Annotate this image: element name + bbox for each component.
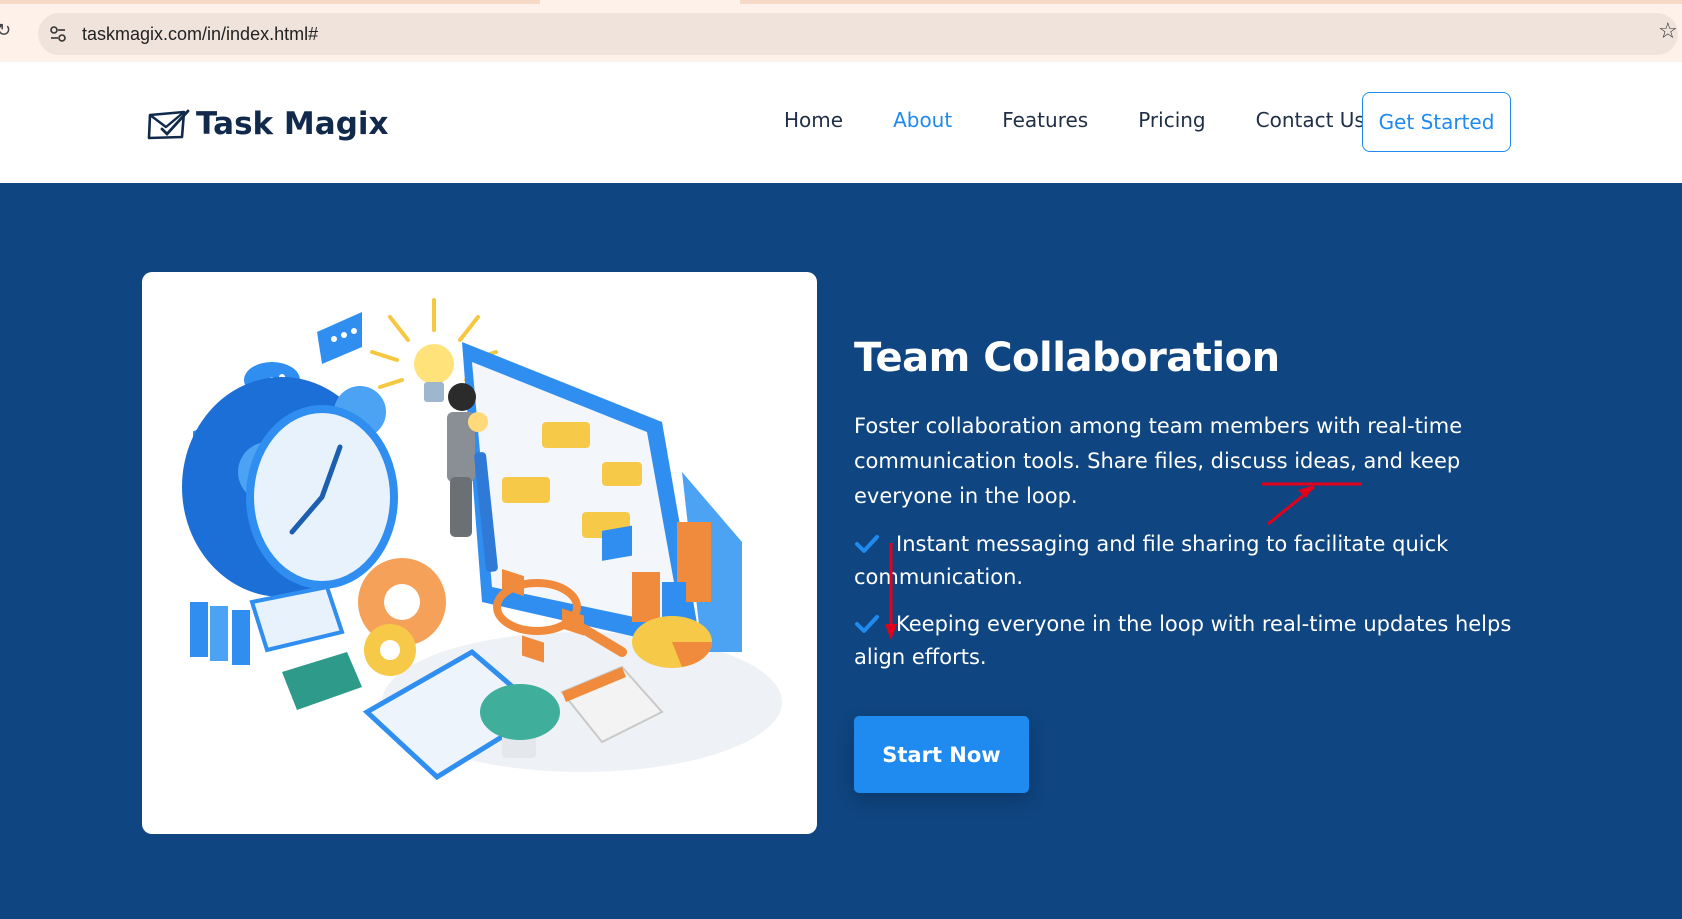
url-text[interactable]: taskmagix.com/in/index.html# (82, 22, 318, 46)
nav-about[interactable]: About (893, 108, 952, 132)
check-icon (855, 535, 879, 553)
star-icon[interactable]: ☆ (1658, 19, 1678, 45)
bullet-text: Instant messaging and file sharing to fa… (854, 532, 1449, 589)
site-header: Task Magix Home About Features Pricing C… (0, 62, 1682, 183)
browser-toolbar: ↻ taskmagix.com/in/index.html# ☆ (0, 0, 1682, 62)
logo[interactable]: Task Magix (146, 102, 389, 146)
feature-bullet: Instant messaging and file sharing to fa… (854, 528, 1534, 594)
nav-pricing[interactable]: Pricing (1138, 108, 1205, 132)
check-icon (855, 615, 879, 633)
hero-content: Team Collaboration Foster collaboration … (854, 333, 1554, 674)
feature-bullet: Keeping everyone in the loop with real-t… (854, 608, 1534, 674)
get-started-button[interactable]: Get Started (1362, 92, 1511, 152)
nav-home[interactable]: Home (784, 108, 843, 132)
section-description: Foster collaboration among team members … (854, 414, 1463, 508)
tune-icon[interactable] (48, 24, 68, 44)
envelope-check-icon (147, 109, 190, 140)
main-nav: Home About Features Pricing Contact Us (784, 108, 1415, 132)
hero-section: Team Collaboration Foster collaboration … (0, 183, 1682, 919)
team-collaboration-illustration (182, 298, 782, 781)
active-tab[interactable] (540, 0, 740, 4)
start-now-button[interactable]: Start Now (854, 716, 1029, 793)
logo-text: Task Magix (196, 106, 389, 142)
reload-icon[interactable]: ↻ (0, 20, 12, 42)
nav-features[interactable]: Features (1002, 108, 1088, 132)
nav-contact-us[interactable]: Contact Us (1256, 108, 1365, 132)
bullet-text: Keeping everyone in the loop with real-t… (854, 612, 1512, 669)
illustration-card (142, 272, 817, 834)
tab-strip (0, 0, 1682, 4)
section-heading: Team Collaboration (854, 335, 1280, 381)
